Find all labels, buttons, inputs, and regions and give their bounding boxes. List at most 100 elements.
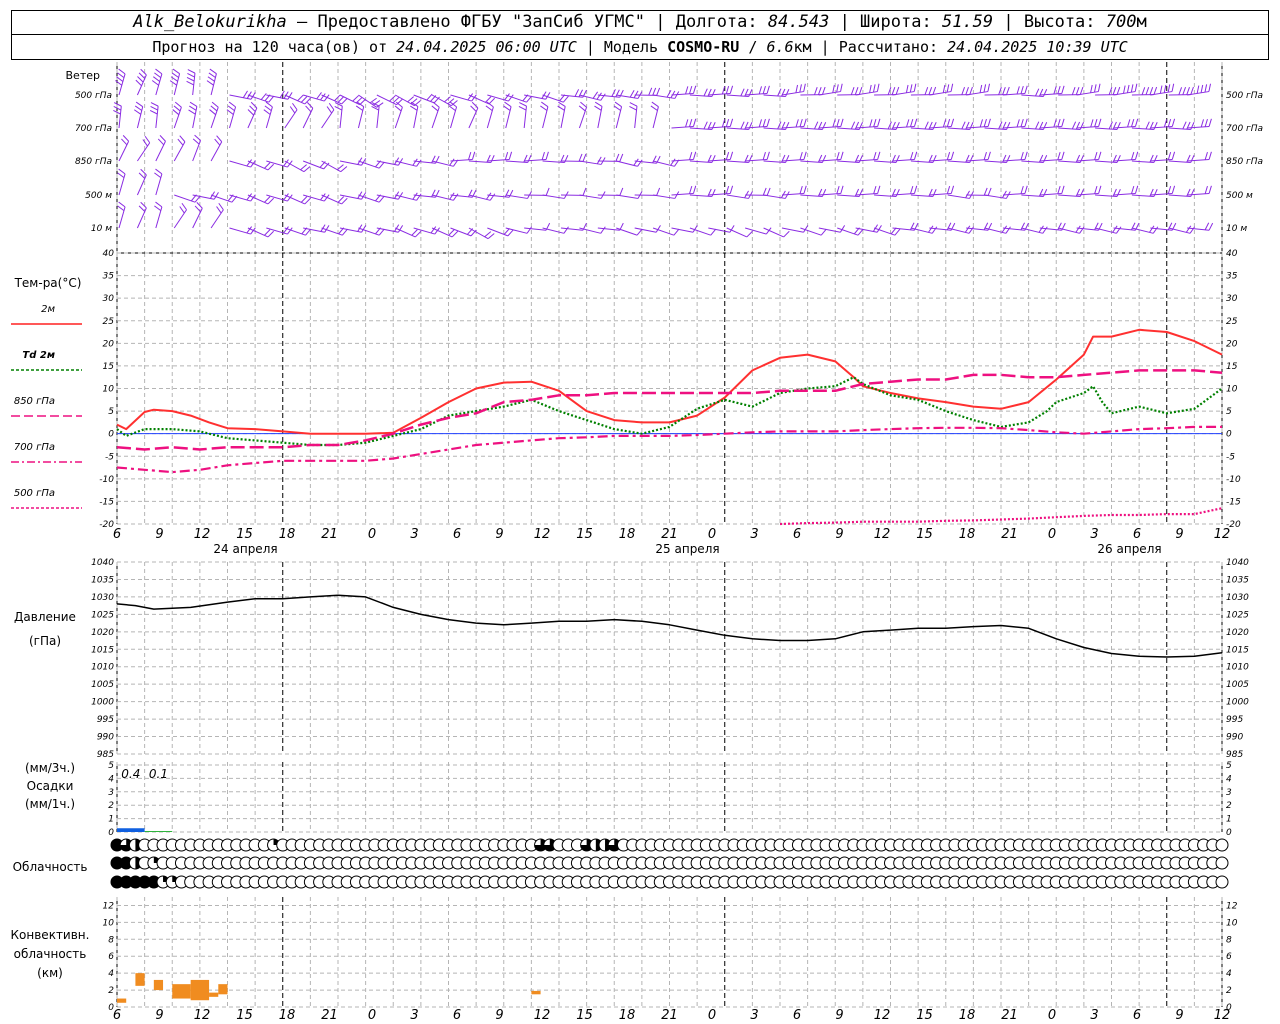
wind-barb — [855, 91, 878, 96]
temp-axis-hour-label: 18 — [619, 527, 636, 542]
wind-barb-feather — [1116, 122, 1121, 130]
wind-barb — [155, 206, 163, 229]
temp-tick-right: 40 — [1226, 249, 1238, 259]
conv-unit: (км) — [37, 966, 63, 980]
wind-barb-feather — [410, 105, 418, 111]
wind-barb-feather — [950, 185, 955, 194]
precip-bar — [144, 831, 173, 832]
wind-barb — [929, 91, 952, 96]
wind-barb-feather — [448, 229, 455, 236]
wind-barb-feather — [1006, 86, 1010, 95]
temp-tick-left: -15 — [99, 497, 114, 507]
wind-barb-feather — [746, 230, 753, 238]
wind-level-left: 500 м — [85, 191, 112, 201]
wind-barb-feather — [1208, 83, 1212, 92]
conv-axis-hour-label: 9 — [495, 1008, 503, 1023]
wind-barb-feather — [1204, 222, 1210, 231]
wind-barb-feather — [122, 135, 130, 142]
wind-barb-feather — [1131, 151, 1135, 160]
wind-barb — [210, 107, 219, 129]
wind-barb-feather — [486, 192, 492, 200]
wind-barb-feather — [836, 118, 840, 127]
wind-barb-feather — [1204, 84, 1208, 93]
wind-barb-feather — [283, 91, 289, 99]
wind-barb-feather — [1020, 85, 1024, 94]
wind-barb-feather — [352, 95, 359, 102]
wind-barb-feather — [766, 85, 770, 94]
wind-barb-feather — [504, 93, 510, 101]
wind-barb — [616, 194, 639, 199]
wind-barb-feather — [614, 101, 622, 108]
wind-barb-feather — [710, 228, 717, 236]
wind-barb-feather — [117, 205, 125, 212]
temp-tick-right: 0 — [1226, 430, 1232, 440]
wind-barb-feather — [153, 76, 161, 82]
day-label: 24 апреля — [213, 542, 277, 556]
temp-tick-right: 10 — [1226, 385, 1238, 395]
precip-tick-right: 3 — [1226, 788, 1232, 798]
wind-barb-feather — [987, 187, 992, 196]
wind-barb-feather — [1079, 86, 1084, 95]
wind-barb-feather — [850, 121, 856, 130]
cloud-circle-upper — [1215, 838, 1229, 852]
wind-barb-feather — [832, 84, 835, 93]
wind-barb-feather — [289, 106, 296, 114]
temp-axis-hour-label: 3 — [1090, 527, 1098, 542]
conv-axis-hour-label: 3 — [410, 1008, 418, 1023]
precip-tick-right: 1 — [1226, 815, 1232, 825]
wind-barb-feather — [194, 205, 201, 213]
wind-barb — [229, 160, 251, 168]
wind-barb-feather — [508, 151, 513, 160]
wind-barb-feather — [187, 73, 195, 78]
wind-barb-feather — [913, 118, 918, 127]
temp-tick-right: 35 — [1226, 272, 1238, 282]
conv-tick-left: 10 — [103, 918, 115, 928]
wind-barb-feather — [873, 151, 877, 160]
wind-barb — [210, 209, 224, 229]
wind-barb-feather — [613, 105, 621, 111]
wind-barb-feather — [594, 105, 602, 111]
wind-barb-feather — [969, 155, 974, 163]
wind-barb-feather — [340, 166, 348, 173]
wind-barb-feather — [840, 83, 843, 92]
wind-barb-feather — [858, 86, 863, 95]
wind-barb-feather — [1149, 225, 1155, 233]
wind-barb — [653, 194, 675, 199]
temp-tick-right: 15 — [1226, 362, 1238, 372]
wind-barb-feather — [1057, 185, 1061, 194]
wind-barb-feather — [578, 105, 586, 112]
wind-barb-feather — [527, 155, 532, 163]
wind-barb-feather — [656, 187, 661, 196]
precip-tick-right: 4 — [1226, 774, 1232, 784]
temp-tick-left: 10 — [103, 385, 115, 395]
wind-barb-feather — [983, 151, 987, 160]
wind-barb-feather — [342, 228, 348, 236]
conv-bar — [209, 992, 219, 997]
wind-barb-feather — [181, 202, 187, 211]
wind-barb-feather — [159, 135, 166, 142]
legend-label: 500 гПа — [14, 488, 55, 499]
wind-barb-feather — [177, 138, 184, 146]
wind-barb-feather — [337, 196, 345, 203]
conv-title-2: облачность — [14, 947, 87, 961]
wind-barb-feather — [326, 106, 333, 114]
wind-barb-feather — [1020, 118, 1024, 127]
wind-barb-feather — [910, 118, 914, 127]
wind-barb-feather — [950, 118, 955, 127]
wind-barb-feather — [155, 168, 163, 175]
wind-barb-feather — [785, 89, 790, 97]
wind-barb-feather — [1079, 155, 1085, 163]
pressure-tick-right: 1035 — [1226, 575, 1249, 585]
wind-barb-feather — [1001, 225, 1008, 233]
wind-barb-feather — [1126, 84, 1130, 93]
wind-barb-feather — [414, 230, 422, 238]
wind-barb-feather — [762, 151, 766, 160]
wind-barb-feather — [946, 151, 951, 160]
wind-barb-feather — [711, 89, 716, 97]
day-label: 25 апреля — [655, 542, 719, 556]
conv-bar — [218, 984, 228, 995]
wind-barb-feather — [987, 118, 991, 127]
wind-barb-feather — [140, 68, 147, 76]
pressure-tick-left: 995 — [97, 715, 114, 725]
wind-barb-feather — [150, 106, 158, 111]
